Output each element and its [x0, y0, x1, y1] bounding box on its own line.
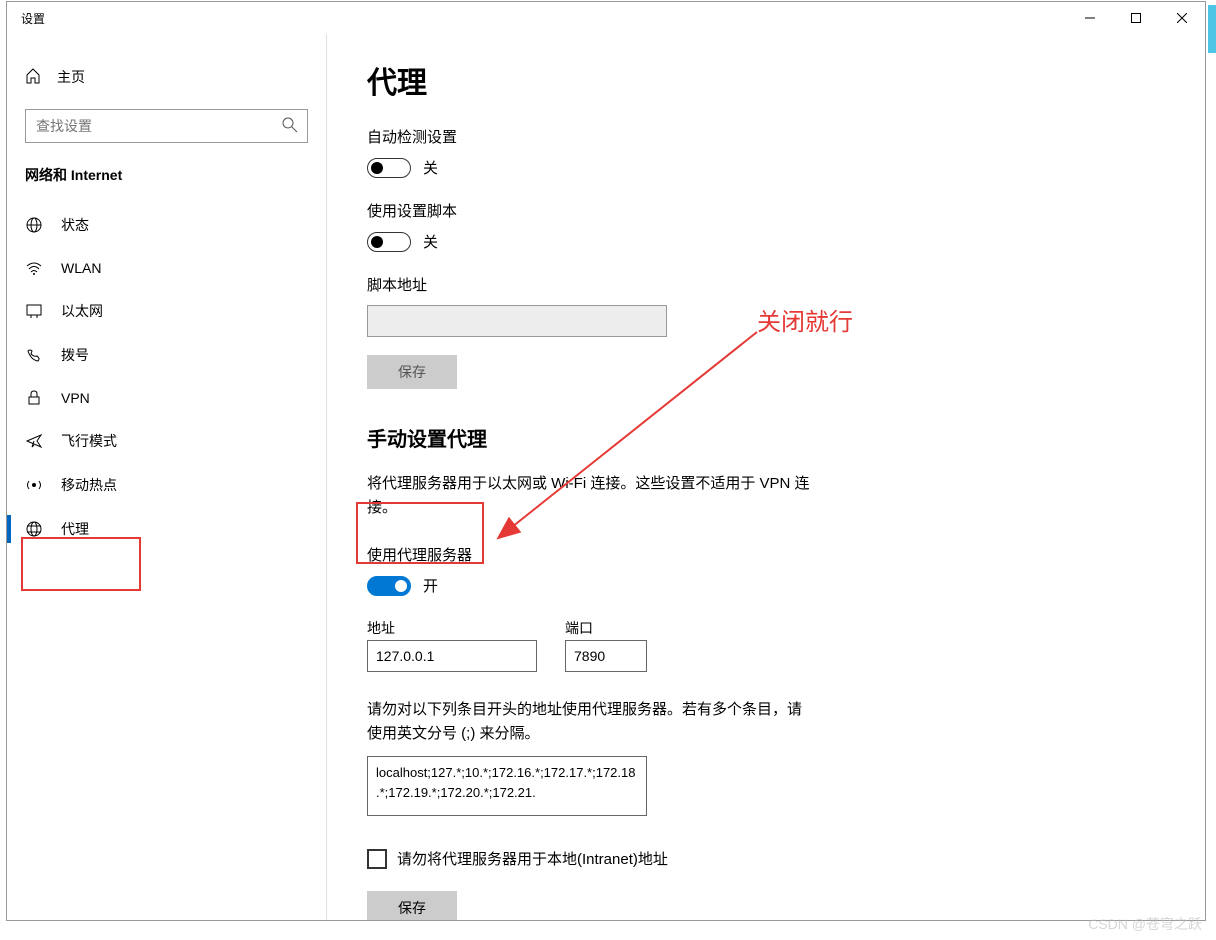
wifi-icon	[25, 259, 43, 277]
use-script-toggle[interactable]	[367, 232, 411, 252]
auto-detect-label: 自动检测设置	[367, 126, 1165, 147]
close-button[interactable]	[1159, 2, 1205, 34]
sidebar-item-vpn[interactable]: VPN	[7, 377, 326, 419]
use-proxy-label: 使用代理服务器	[367, 544, 1165, 565]
exceptions-input[interactable]	[367, 756, 647, 816]
decorative-strip	[1208, 5, 1216, 53]
home-link[interactable]: 主页	[7, 59, 326, 95]
use-script-label: 使用设置脚本	[367, 200, 1165, 221]
airplane-icon	[25, 432, 43, 450]
maximize-button[interactable]	[1113, 2, 1159, 34]
window-title: 设置	[7, 10, 45, 27]
manual-proxy-header: 手动设置代理	[367, 423, 1165, 452]
home-label: 主页	[57, 67, 85, 87]
globe-icon	[25, 520, 43, 538]
manual-proxy-desc: 将代理服务器用于以太网或 Wi-Fi 连接。这些设置不适用于 VPN 连接。	[367, 472, 827, 520]
main-content: 代理 自动检测设置 关 使用设置脚本 关 脚本地址 保存 手动设置代理 将代理服…	[327, 34, 1205, 920]
sidebar-item-label: 以太网	[61, 301, 103, 321]
sidebar-item-dialup[interactable]: 拨号	[7, 333, 326, 377]
intranet-checkbox[interactable]	[367, 849, 387, 869]
sidebar-item-label: 代理	[61, 519, 89, 539]
sidebar-item-label: 拨号	[61, 345, 89, 365]
search-icon	[282, 117, 298, 138]
settings-window: 设置 主页	[6, 1, 1206, 921]
page-title: 代理	[367, 58, 1165, 102]
vpn-icon	[25, 389, 43, 407]
ethernet-icon	[25, 302, 43, 320]
status-icon	[25, 216, 43, 234]
dialup-icon	[25, 346, 43, 364]
sidebar-item-hotspot[interactable]: 移动热点	[7, 463, 326, 507]
save-button-2[interactable]: 保存	[367, 891, 457, 920]
address-label: 地址	[367, 618, 537, 638]
intranet-label: 请勿将代理服务器用于本地(Intranet)地址	[397, 848, 668, 869]
sidebar-item-label: WLAN	[61, 260, 101, 276]
auto-detect-state: 关	[423, 157, 438, 178]
home-icon	[25, 68, 41, 87]
save-button-1[interactable]: 保存	[367, 355, 457, 389]
use-proxy-toggle[interactable]	[367, 576, 411, 596]
script-address-input[interactable]	[367, 305, 667, 337]
watermark: CSDN @苍穹之跃	[1088, 914, 1202, 934]
minimize-button[interactable]	[1067, 2, 1113, 34]
sidebar-item-airplane[interactable]: 飞行模式	[7, 419, 326, 463]
sidebar-item-label: VPN	[61, 390, 90, 406]
auto-detect-toggle[interactable]	[367, 158, 411, 178]
use-script-state: 关	[423, 231, 438, 252]
window-controls	[1067, 2, 1205, 34]
sidebar: 主页 网络和 Internet 状态 WLAN 以太网	[7, 34, 327, 920]
exceptions-desc: 请勿对以下列条目开头的地址使用代理服务器。若有多个条目，请使用英文分号 (;) …	[367, 698, 807, 746]
group-header: 网络和 Internet	[7, 165, 326, 203]
hotspot-icon	[25, 476, 43, 494]
sidebar-item-proxy[interactable]: 代理	[7, 507, 326, 551]
titlebar: 设置	[7, 2, 1205, 34]
sidebar-item-status[interactable]: 状态	[7, 203, 326, 247]
search-input[interactable]	[25, 109, 308, 143]
use-proxy-state: 开	[423, 575, 438, 596]
port-label: 端口	[565, 618, 647, 638]
address-input[interactable]	[367, 640, 537, 672]
sidebar-item-ethernet[interactable]: 以太网	[7, 289, 326, 333]
sidebar-item-label: 飞行模式	[61, 431, 117, 451]
script-address-label: 脚本地址	[367, 274, 1165, 295]
search-wrap	[25, 109, 308, 143]
sidebar-item-wlan[interactable]: WLAN	[7, 247, 326, 289]
sidebar-item-label: 状态	[61, 215, 89, 235]
sidebar-item-label: 移动热点	[61, 475, 117, 495]
port-input[interactable]	[565, 640, 647, 672]
